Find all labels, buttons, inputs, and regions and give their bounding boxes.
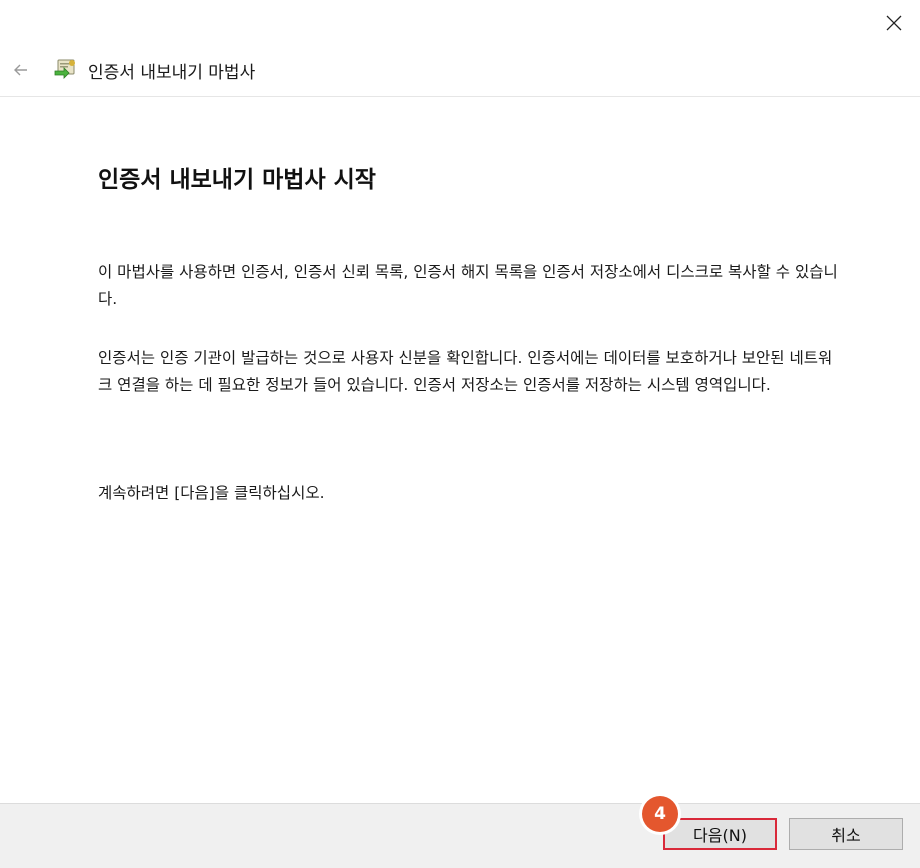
wizard-footer: 다음(N) 취소 <box>0 803 920 868</box>
back-arrow-icon <box>14 64 27 76</box>
certificate-export-icon <box>52 54 80 82</box>
wizard-title: 인증서 내보내기 마법사 <box>88 63 256 83</box>
back-button[interactable] <box>10 59 32 81</box>
page-heading: 인증서 내보내기 마법사 시작 <box>98 167 376 193</box>
intro-paragraph: 이 마법사를 사용하면 인증서, 인증서 신뢰 목록, 인증서 해지 목록을 인… <box>98 263 838 308</box>
close-button[interactable] <box>874 4 914 42</box>
continue-instruction: 계속하려면 [다음]을 클릭하십시오. <box>98 484 325 502</box>
description-paragraph: 인증서는 인증 기관이 발급하는 것으로 사용자 신분을 확인합니다. 인증서에… <box>98 349 833 394</box>
wizard-titlebar: 인증서 내보내기 마법사 <box>0 44 920 97</box>
step-badge: 4 <box>642 796 678 832</box>
cancel-button[interactable]: 취소 <box>789 818 903 850</box>
next-button[interactable]: 다음(N) <box>663 818 777 850</box>
close-icon <box>886 15 902 31</box>
